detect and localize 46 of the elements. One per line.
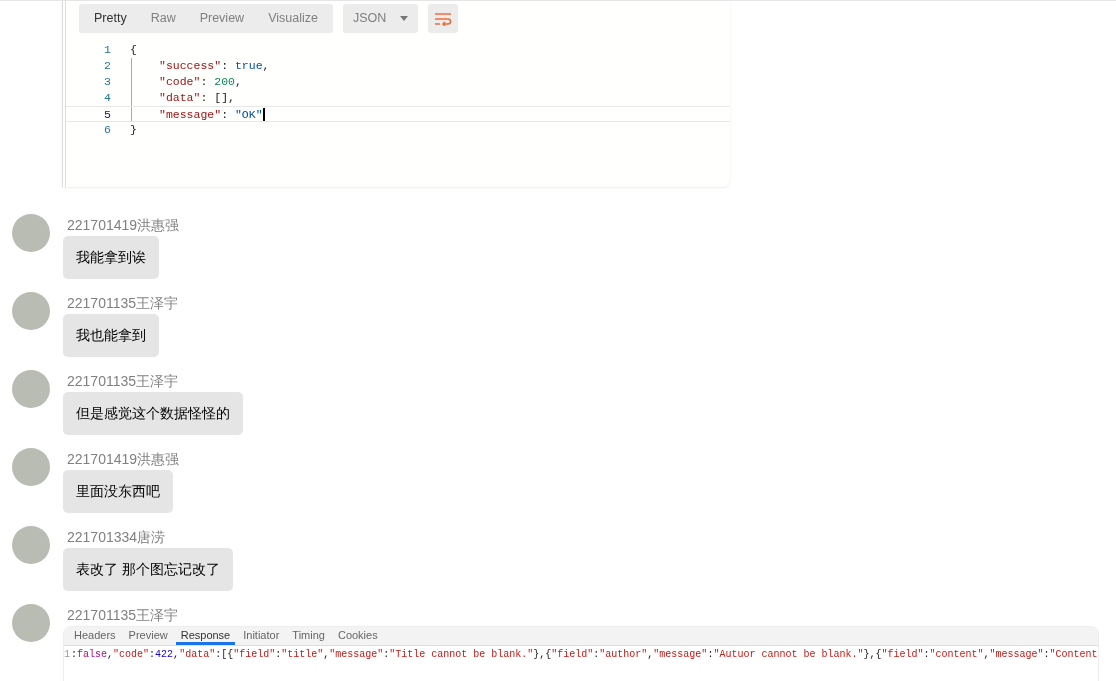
code-line: "data": [], bbox=[131, 90, 235, 106]
sender-name: 221701419洪惠强 bbox=[67, 450, 181, 469]
code-line: } bbox=[130, 122, 137, 138]
line-number: 3 bbox=[103, 74, 112, 90]
response-code-line: :false,"code":422,"data":[{"field":"title","message":"Title cannot be blank."},{"field":"author","message":"Autuor cannot be blank."},{"field":"content","message":"Content bbox=[71, 648, 1098, 662]
wrap-button[interactable] bbox=[428, 4, 459, 33]
message-bubble: 但是感觉这个数据怪怪的 bbox=[63, 392, 243, 435]
format-label: JSON bbox=[352, 10, 387, 28]
avatar-placeholder bbox=[12, 370, 50, 408]
sender-name: 221701135王泽宇 bbox=[67, 606, 180, 625]
devtools-tab[interactable]: Cookies bbox=[332, 627, 383, 645]
devtools-tab[interactable]: Headers bbox=[69, 627, 121, 645]
view-tab[interactable]: Visualize bbox=[256, 4, 330, 33]
view-tab[interactable]: Preview bbox=[187, 4, 257, 33]
format-dropdown[interactable]: JSON bbox=[342, 4, 419, 33]
sender-name: 221701419洪惠强 bbox=[67, 216, 181, 235]
code-line: "message": "OK" bbox=[131, 107, 265, 121]
line-number: 5 bbox=[103, 107, 112, 121]
message-bubble: 里面没东西吧 bbox=[63, 470, 173, 513]
code-line: "code": 200, bbox=[131, 74, 242, 90]
avatar-placeholder bbox=[12, 526, 50, 564]
code-line: "success": true, bbox=[131, 58, 270, 74]
message-bubble: 我能拿到诶 bbox=[63, 236, 159, 279]
sender-name: 221701135王泽宇 bbox=[67, 372, 180, 391]
wrap-icon bbox=[434, 11, 453, 26]
devtools-tab[interactable]: Response bbox=[175, 627, 236, 645]
line-number: 4 bbox=[103, 90, 112, 106]
avatar-placeholder bbox=[12, 292, 50, 330]
avatar-placeholder bbox=[12, 214, 50, 252]
avatar-placeholder bbox=[12, 604, 50, 642]
line-number: 6 bbox=[103, 122, 112, 138]
caret-icon bbox=[400, 16, 409, 21]
view-tab[interactable]: Raw bbox=[138, 4, 188, 33]
line-number: 2 bbox=[103, 58, 112, 74]
sender-name: 221701334唐涝 bbox=[67, 528, 167, 547]
code-line: { bbox=[130, 42, 137, 58]
devtools-tab[interactable]: Timing bbox=[287, 627, 330, 645]
devtools-tab[interactable]: Initiator bbox=[238, 627, 285, 645]
line-number: 1 bbox=[64, 648, 71, 662]
avatar-placeholder bbox=[12, 448, 50, 486]
line-number: 1 bbox=[103, 42, 112, 58]
sender-name: 221701135王泽宇 bbox=[67, 294, 180, 313]
message-bubble: 表改了 那个图忘记改了 bbox=[63, 548, 233, 591]
devtools-tab[interactable]: Preview bbox=[123, 627, 173, 645]
view-tab[interactable]: Pretty bbox=[82, 4, 139, 33]
message-bubble: 我也能拿到 bbox=[63, 314, 159, 357]
